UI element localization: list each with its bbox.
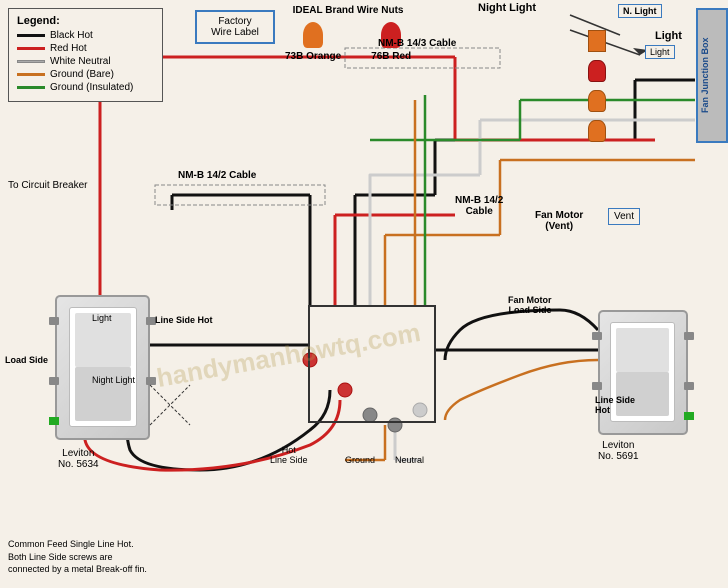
line-side-hot-left-label: Line Side Hot [155, 315, 213, 325]
neutral-label: Neutral [395, 455, 424, 465]
connector-orange-2 [588, 90, 606, 112]
circuit-breaker-label: To Circuit Breaker [8, 180, 87, 191]
legend-title: Legend: [17, 15, 154, 27]
leviton-right-label: LevitonNo. 5691 [598, 440, 639, 462]
ground-insulated-line [17, 86, 45, 89]
fan-junction-box: Fan Junction Box [696, 8, 728, 143]
right-screw-1 [592, 332, 602, 340]
wire-nut-orange [303, 22, 323, 48]
fan-motor-vent-label: Fan Motor(Vent) [535, 210, 583, 232]
legend-white-neutral: White Neutral [17, 56, 154, 67]
wire-connectors-top [588, 30, 606, 142]
black-hot-line [17, 34, 45, 37]
black-hot-label: Black Hot [50, 30, 93, 41]
right-screw-4 [684, 382, 694, 390]
legend-ground-insulated: Ground (Insulated) [17, 82, 154, 93]
load-side-left-label: Load Side [5, 355, 48, 365]
switch-right [598, 310, 688, 435]
connector-orange-1 [588, 30, 606, 52]
line-side-hot-right-label: Line SideHot [595, 395, 635, 415]
screw-terminal-1 [49, 317, 59, 325]
night-light-switch-label: Night Light [92, 375, 135, 385]
nmb-142-right-label: NM-B 14/2Cable [455, 195, 503, 217]
fan-motor-load-label: Fan MotorLoad Side [508, 295, 552, 315]
right-switch-paddle-top [616, 328, 669, 372]
ground-bare-line [17, 73, 45, 76]
right-screw-ground [684, 412, 694, 420]
ground-label: Ground [345, 455, 375, 465]
breakoff-indicator [145, 380, 195, 430]
nmb-142-left-label: NM-B 14/2 Cable [178, 170, 256, 181]
white-neutral-line [17, 60, 45, 63]
screw-terminal-2 [49, 377, 59, 385]
light-top-label: Light [655, 30, 682, 42]
hot-line-side-label: HotLine Side [270, 445, 308, 465]
fan-junction-label: Fan Junction Box [698, 10, 712, 141]
connector-red-1 [588, 60, 606, 82]
right-screw-3 [684, 332, 694, 340]
factory-label-box: FactoryWire Label [195, 10, 275, 44]
light-switch-left-label: Light [92, 313, 112, 323]
wire-nut-orange-label: 73B Orange [285, 51, 341, 62]
factory-label-text: FactoryWire Label [211, 16, 259, 38]
n-light-box: N. Light [618, 4, 662, 18]
red-hot-label: Red Hot [50, 43, 87, 54]
wire-nut-red-label: 76B Red [371, 51, 411, 62]
legend-ground-bare: Ground (Bare) [17, 69, 154, 80]
screw-terminal-ground [49, 417, 59, 425]
wire-nuts-section: IDEAL Brand Wire Nuts 73B Orange 76B Red [285, 5, 411, 62]
nmb-143-label: NM-B 14/3 Cable [378, 38, 456, 49]
vent-box: Vent [608, 208, 640, 225]
legend-black-hot: Black Hot [17, 30, 154, 41]
common-feed-label: Common Feed Single Line Hot.Both Line Si… [8, 538, 147, 576]
diagram-container: Legend: Black Hot Red Hot White Neutral … [0, 0, 728, 588]
night-light-top-label: Night Light [478, 2, 536, 14]
ground-insulated-label: Ground (Insulated) [50, 82, 133, 93]
junction-box-center [308, 305, 436, 423]
legend-box: Legend: Black Hot Red Hot White Neutral … [8, 8, 163, 102]
leviton-left-label: LevitonNo. 5634 [58, 448, 99, 470]
right-screw-2 [592, 382, 602, 390]
light-box-top: Light [645, 45, 675, 59]
connector-orange-3 [588, 120, 606, 142]
red-hot-line [17, 47, 45, 50]
ground-bare-label: Ground (Bare) [50, 69, 114, 80]
white-neutral-label: White Neutral [50, 56, 111, 67]
legend-red-hot: Red Hot [17, 43, 154, 54]
switch-left-toggle [69, 307, 137, 427]
wire-nuts-title: IDEAL Brand Wire Nuts [285, 5, 411, 16]
